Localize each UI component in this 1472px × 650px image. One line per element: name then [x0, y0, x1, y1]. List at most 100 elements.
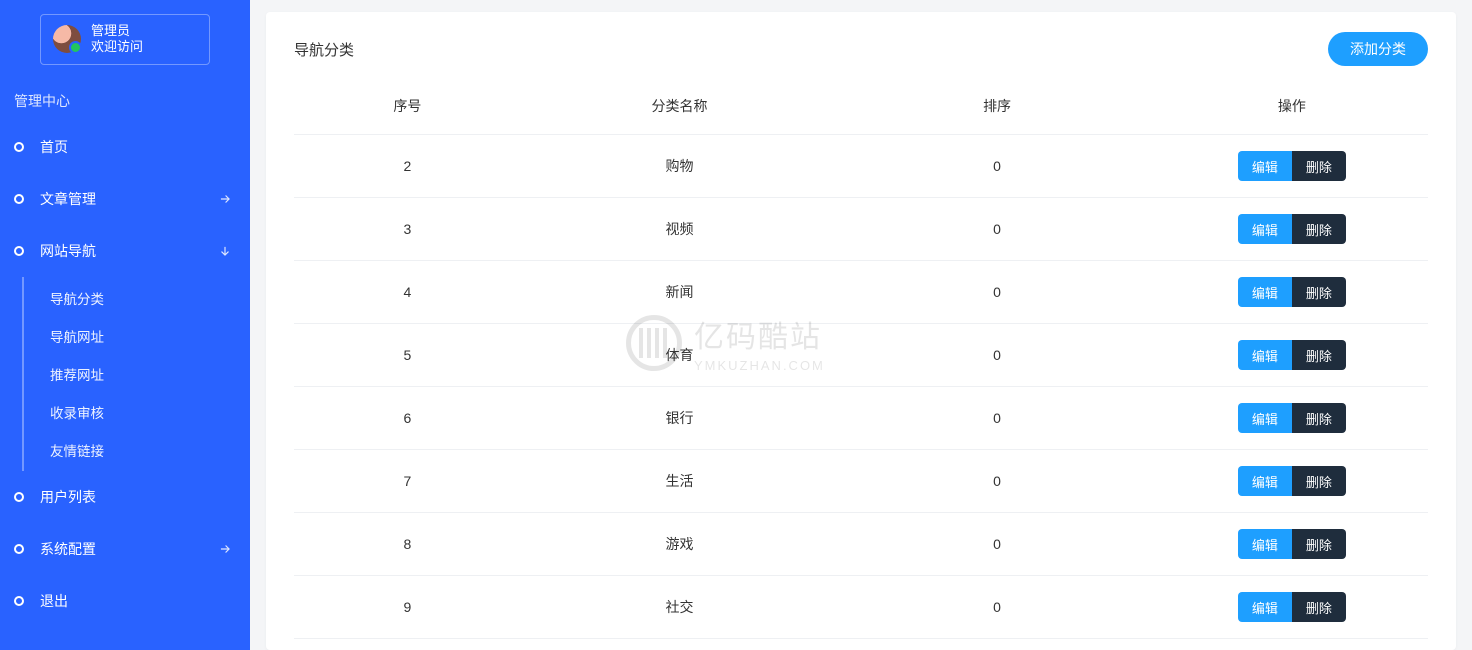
panel-head: 导航分类 添加分类	[294, 32, 1428, 66]
cell-ops: 编辑删除	[1156, 450, 1428, 513]
cell-ops: 编辑删除	[1156, 261, 1428, 324]
sidebar-item-label: 网站导航	[40, 241, 218, 261]
sidebar: 管理员 欢迎访问 管理中心 首页文章管理网站导航导航分类导航网址推荐网址收录审核…	[0, 0, 250, 650]
cell-ops: 编辑删除	[1156, 576, 1428, 639]
chevron-right-icon	[218, 192, 236, 206]
cell-sort: 0	[838, 135, 1156, 198]
th-ops: 操作	[1156, 84, 1428, 135]
cell-name: 社交	[521, 576, 839, 639]
table-row: 3视频0 编辑删除	[294, 198, 1428, 261]
delete-button[interactable]: 删除	[1292, 340, 1346, 370]
chevron-down-icon	[218, 244, 236, 258]
delete-button[interactable]: 删除	[1292, 403, 1346, 433]
panel: 导航分类 添加分类 序号 分类名称 排序 操作 2购物0编辑删除3视频0编辑删除…	[266, 12, 1456, 650]
bullet-icon	[14, 596, 24, 606]
cell-sort: 0	[838, 576, 1156, 639]
cell-name: 购物	[521, 135, 839, 198]
th-sort: 排序	[838, 84, 1156, 135]
row-actions: 编辑删除	[1238, 403, 1346, 433]
edit-button[interactable]: 编辑	[1238, 403, 1292, 433]
th-name: 分类名称	[521, 84, 839, 135]
cell-index: 8	[294, 513, 521, 576]
sidebar-item[interactable]: 系统配置	[0, 523, 250, 575]
table-row: 7生活0编辑删除	[294, 450, 1428, 513]
row-actions: 编辑删除	[1238, 529, 1346, 559]
delete-button[interactable]: 删除	[1292, 529, 1346, 559]
table-row: 4新闻0 编辑删除	[294, 261, 1428, 324]
cell-sort: 0	[838, 261, 1156, 324]
user-card-text: 管理员 欢迎访问	[91, 23, 143, 56]
cell-index: 3	[294, 198, 521, 261]
cell-ops: 编辑删除	[1156, 513, 1428, 576]
edit-button[interactable]: 编辑	[1238, 277, 1292, 307]
cell-name: 视频	[521, 198, 839, 261]
sidebar-item[interactable]: 首页	[0, 121, 250, 173]
delete-button[interactable]: 删除	[1292, 277, 1346, 307]
edit-button[interactable]: 编辑	[1238, 151, 1292, 181]
table-row: 5体育0编辑删除	[294, 324, 1428, 387]
cell-index: 9	[294, 576, 521, 639]
sidebar-item-label: 用户列表	[40, 487, 236, 507]
table-row: 8游戏0编辑删除	[294, 513, 1428, 576]
row-actions: 编辑删除	[1238, 214, 1346, 244]
cell-index: 4	[294, 261, 521, 324]
bullet-icon	[14, 142, 24, 152]
avatar	[53, 25, 81, 53]
cell-name: 银行	[521, 387, 839, 450]
edit-button[interactable]: 编辑	[1238, 529, 1292, 559]
sidebar-item[interactable]: 用户列表	[0, 471, 250, 523]
sidebar-subitem[interactable]: 推荐网址	[24, 355, 250, 393]
add-category-button[interactable]: 添加分类	[1328, 32, 1428, 66]
chevron-right-icon	[218, 542, 236, 556]
delete-button[interactable]: 删除	[1292, 214, 1346, 244]
bullet-icon	[14, 544, 24, 554]
delete-button[interactable]: 删除	[1292, 151, 1346, 181]
cell-sort: 0	[838, 324, 1156, 387]
bullet-icon	[14, 194, 24, 204]
table-row: 9社交0 编辑删除	[294, 576, 1428, 639]
th-index: 序号	[294, 84, 521, 135]
cell-sort: 0	[838, 639, 1156, 650]
edit-button[interactable]: 编辑	[1238, 214, 1292, 244]
sidebar-subitem[interactable]: 友情链接	[24, 431, 250, 469]
sidebar-item-label: 退出	[40, 591, 236, 611]
cell-ops: 编辑删除	[1156, 198, 1428, 261]
cell-name: 新闻	[521, 261, 839, 324]
cell-sort: 0	[838, 450, 1156, 513]
delete-button[interactable]: 删除	[1292, 592, 1346, 622]
main: 导航分类 添加分类 序号 分类名称 排序 操作 2购物0编辑删除3视频0编辑删除…	[250, 0, 1472, 650]
cell-name: 软件	[521, 639, 839, 650]
delete-button[interactable]: 删除	[1292, 466, 1346, 496]
bullet-icon	[14, 246, 24, 256]
user-name: 管理员	[91, 23, 143, 39]
sidebar-item[interactable]: 文章管理	[0, 173, 250, 225]
row-actions: 编辑删除	[1238, 277, 1346, 307]
edit-button[interactable]: 编辑	[1238, 466, 1292, 496]
cell-index: 2	[294, 135, 521, 198]
row-actions: 编辑删除	[1238, 592, 1346, 622]
cell-name: 体育	[521, 324, 839, 387]
edit-button[interactable]: 编辑	[1238, 340, 1292, 370]
sidebar-submenu: 导航分类导航网址推荐网址收录审核友情链接	[22, 277, 250, 471]
sidebar-subitem[interactable]: 导航网址	[24, 317, 250, 355]
cell-sort: 0	[838, 198, 1156, 261]
cell-name: 游戏	[521, 513, 839, 576]
user-greeting: 欢迎访问	[91, 39, 143, 55]
category-table: 序号 分类名称 排序 操作 2购物0编辑删除3视频0编辑删除4新闻0编辑删除5体…	[294, 84, 1428, 650]
sidebar-nav: 首页文章管理网站导航导航分类导航网址推荐网址收录审核友情链接用户列表系统配置退出	[0, 121, 250, 627]
cell-ops: 编辑删除	[1156, 639, 1428, 650]
edit-button[interactable]: 编辑	[1238, 592, 1292, 622]
cell-ops: 编辑删除	[1156, 387, 1428, 450]
cell-ops: 编辑删除	[1156, 135, 1428, 198]
sidebar-subitem[interactable]: 导航分类	[24, 279, 250, 317]
cell-index: 10	[294, 639, 521, 650]
sidebar-item[interactable]: 退出	[0, 575, 250, 627]
sidebar-section-label: 管理中心	[0, 91, 250, 111]
sidebar-item[interactable]: 网站导航	[0, 225, 250, 277]
sidebar-subitem[interactable]: 收录审核	[24, 393, 250, 431]
cell-index: 7	[294, 450, 521, 513]
row-actions: 编辑删除	[1238, 151, 1346, 181]
user-card[interactable]: 管理员 欢迎访问	[40, 14, 210, 65]
cell-ops: 编辑删除	[1156, 324, 1428, 387]
sidebar-item-label: 系统配置	[40, 539, 218, 559]
